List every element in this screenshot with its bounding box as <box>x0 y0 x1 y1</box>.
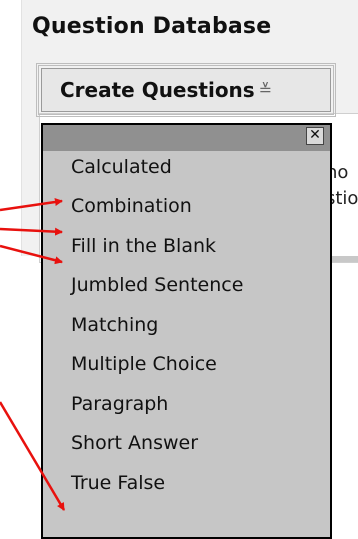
annotation-arrows <box>0 198 66 511</box>
arrow-to-jumbled-sentence <box>0 244 63 265</box>
arrow-to-combination <box>0 198 63 212</box>
screenshot-stage: Question Database Create Questions ≚ no … <box>0 0 358 539</box>
arrow-to-true-false <box>0 401 66 511</box>
arrow-to-fill-in-the-blank <box>0 227 63 236</box>
